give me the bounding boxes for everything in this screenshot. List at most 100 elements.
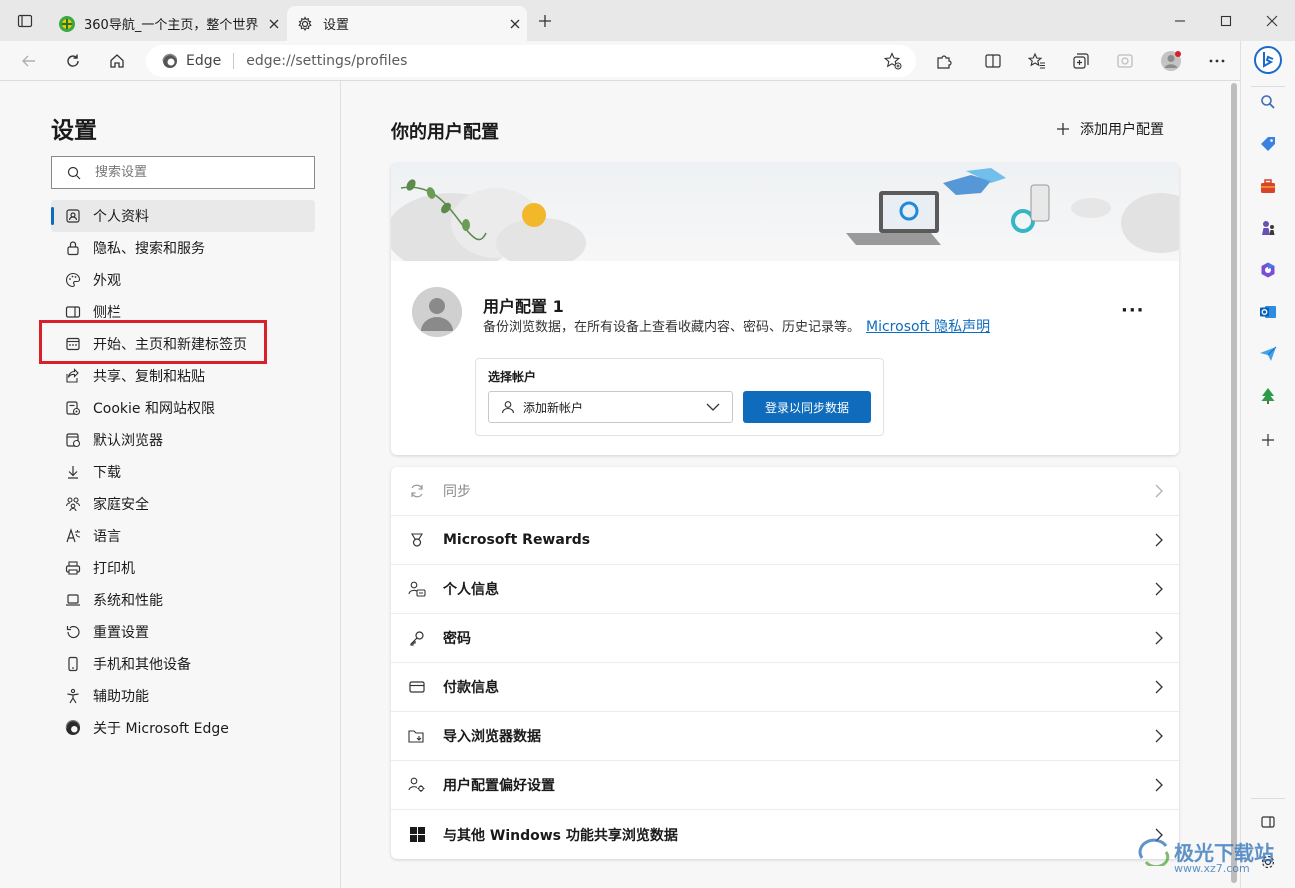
collections-icon (1072, 52, 1090, 70)
tab-title: 设置 (323, 18, 350, 33)
nav-item-about[interactable]: 关于 Microsoft Edge (51, 712, 315, 744)
row-passwords[interactable]: 密码 (391, 614, 1179, 663)
home-tab-icon (51, 336, 93, 352)
nav-item-start-home[interactable]: 开始、主页和新建标签页 (51, 328, 315, 360)
nav-item-accessibility[interactable]: 辅助功能 (51, 680, 315, 712)
minimize-button[interactable] (1157, 0, 1203, 41)
extensions-button[interactable] (928, 45, 960, 77)
profile-card: 用户配置 1 备份浏览数据，在所有设备上查看收藏内容、密码、历史记录等。 Mic… (391, 163, 1179, 455)
account-dropdown[interactable]: 添加新帐户 (488, 391, 733, 423)
row-label: Microsoft Rewards (443, 532, 591, 548)
tab-actions-button[interactable] (2, 0, 48, 41)
home-button[interactable] (101, 45, 133, 77)
ie-mode-icon (1116, 52, 1134, 70)
refresh-button[interactable] (57, 45, 89, 77)
favorites-button[interactable] (1021, 45, 1053, 77)
new-tab-button[interactable] (522, 0, 568, 41)
nav-item-label: 系统和性能 (93, 593, 163, 609)
watermark-logo-icon (1138, 836, 1170, 866)
tab-360[interactable]: 360导航_一个主页，整个世界 (50, 6, 286, 41)
nav-item-language[interactable]: 语言 (51, 520, 315, 552)
profile-more-button[interactable]: ··· (1121, 300, 1145, 321)
sidebar-tree-button[interactable] (1253, 381, 1283, 411)
search-icon (1260, 94, 1276, 110)
privacy-link[interactable]: Microsoft 隐私声明 (866, 316, 990, 336)
minimize-icon (1174, 15, 1186, 27)
row-label: 用户配置偏好设置 (443, 778, 555, 794)
back-button[interactable] (13, 45, 45, 77)
key-icon (391, 630, 443, 646)
sidebar-games-button[interactable] (1253, 213, 1283, 243)
person-icon (501, 400, 515, 414)
sidebar-tools-button[interactable] (1253, 171, 1283, 201)
row-windows-share[interactable]: 与其他 Windows 功能共享浏览数据 (391, 810, 1179, 859)
chevron-right-icon (1139, 631, 1179, 645)
search-input[interactable] (95, 165, 314, 180)
tab-close-button[interactable] (262, 12, 286, 36)
sidebar-office-button[interactable] (1253, 255, 1283, 285)
sync-icon (391, 483, 443, 499)
nav-item-family[interactable]: 家庭安全 (51, 488, 315, 520)
profile-settings-list: 同步 Microsoft Rewards 个人信息 密码 付款信息 导入浏览器数… (391, 467, 1179, 859)
address-bar[interactable]: Edge edge://settings/profiles (146, 45, 916, 77)
settings-more-button[interactable] (1201, 45, 1233, 77)
row-rewards[interactable]: Microsoft Rewards (391, 516, 1179, 565)
nav-item-appearance[interactable]: 外观 (51, 264, 315, 296)
split-screen-button[interactable] (977, 45, 1009, 77)
profile-banner-illustration (391, 163, 1179, 261)
tag-icon (1259, 135, 1277, 153)
nav-item-profiles[interactable]: 个人资料 (51, 200, 315, 232)
puzzle-icon (935, 52, 953, 70)
settings-sidebar: 设置 个人资料 隐私、搜索和服务 外观 侧栏 开始、主页和新建标签页 共享、复制… (0, 81, 341, 888)
row-sync[interactable]: 同步 (391, 467, 1179, 516)
nav-item-label: 个人资料 (93, 209, 149, 225)
nav-item-system[interactable]: 系统和性能 (51, 584, 315, 616)
ie-mode-button[interactable] (1109, 45, 1141, 77)
nav-item-label: 外观 (93, 273, 121, 289)
sidebar-collapse-button[interactable] (1253, 807, 1283, 837)
search-box[interactable] (51, 156, 315, 189)
nav-item-label: 重置设置 (93, 625, 149, 641)
add-favorite-icon[interactable] (884, 52, 902, 70)
accessibility-icon (51, 688, 93, 704)
row-payment[interactable]: 付款信息 (391, 663, 1179, 712)
sidebar-shopping-button[interactable] (1253, 129, 1283, 159)
divider (1251, 798, 1285, 799)
row-label: 同步 (443, 484, 471, 500)
sidebar-add-button[interactable] (1253, 425, 1283, 455)
toolbar: Edge edge://settings/profiles (0, 41, 1295, 81)
maximize-button[interactable] (1203, 0, 1249, 41)
import-icon (391, 728, 443, 744)
nav-item-sidebar[interactable]: 侧栏 (51, 296, 315, 328)
bing-chat-button[interactable] (1253, 45, 1283, 75)
row-personal-info[interactable]: 个人信息 (391, 565, 1179, 614)
profile-button[interactable] (1155, 45, 1187, 77)
sidebar-search-button[interactable] (1253, 87, 1283, 117)
nav-item-phone[interactable]: 手机和其他设备 (51, 648, 315, 680)
vertical-scrollbar[interactable] (1228, 81, 1240, 888)
edge-logo-icon (51, 720, 93, 736)
nav-item-printer[interactable]: 打印机 (51, 552, 315, 584)
window-close-button[interactable] (1249, 0, 1295, 41)
add-profile-button[interactable]: 添加用户配置 (1056, 119, 1164, 139)
collections-button[interactable] (1065, 45, 1097, 77)
nav-item-share[interactable]: 共享、复制和粘贴 (51, 360, 315, 392)
nav-item-cookies[interactable]: Cookie 和网站权限 (51, 392, 315, 424)
row-profile-preferences[interactable]: 用户配置偏好设置 (391, 761, 1179, 810)
tab-settings[interactable]: 设置 (287, 6, 527, 41)
sidebar-outlook-button[interactable] (1253, 297, 1283, 327)
nav-item-default-browser[interactable]: 默认浏览器 (51, 424, 315, 456)
sidebar-send-button[interactable] (1253, 339, 1283, 369)
sign-in-sync-button[interactable]: 登录以同步数据 (743, 391, 871, 423)
nav-item-label: 隐私、搜索和服务 (93, 241, 205, 257)
reset-icon (51, 624, 93, 640)
nav-item-downloads[interactable]: 下载 (51, 456, 315, 488)
download-icon (51, 464, 93, 480)
nav-item-reset[interactable]: 重置设置 (51, 616, 315, 648)
scroll-thumb[interactable] (1231, 83, 1237, 883)
sidebar-icon (51, 304, 93, 320)
chevron-down-icon (706, 403, 720, 411)
row-import[interactable]: 导入浏览器数据 (391, 712, 1179, 761)
nav-item-label: 侧栏 (93, 305, 121, 321)
nav-item-privacy[interactable]: 隐私、搜索和服务 (51, 232, 315, 264)
